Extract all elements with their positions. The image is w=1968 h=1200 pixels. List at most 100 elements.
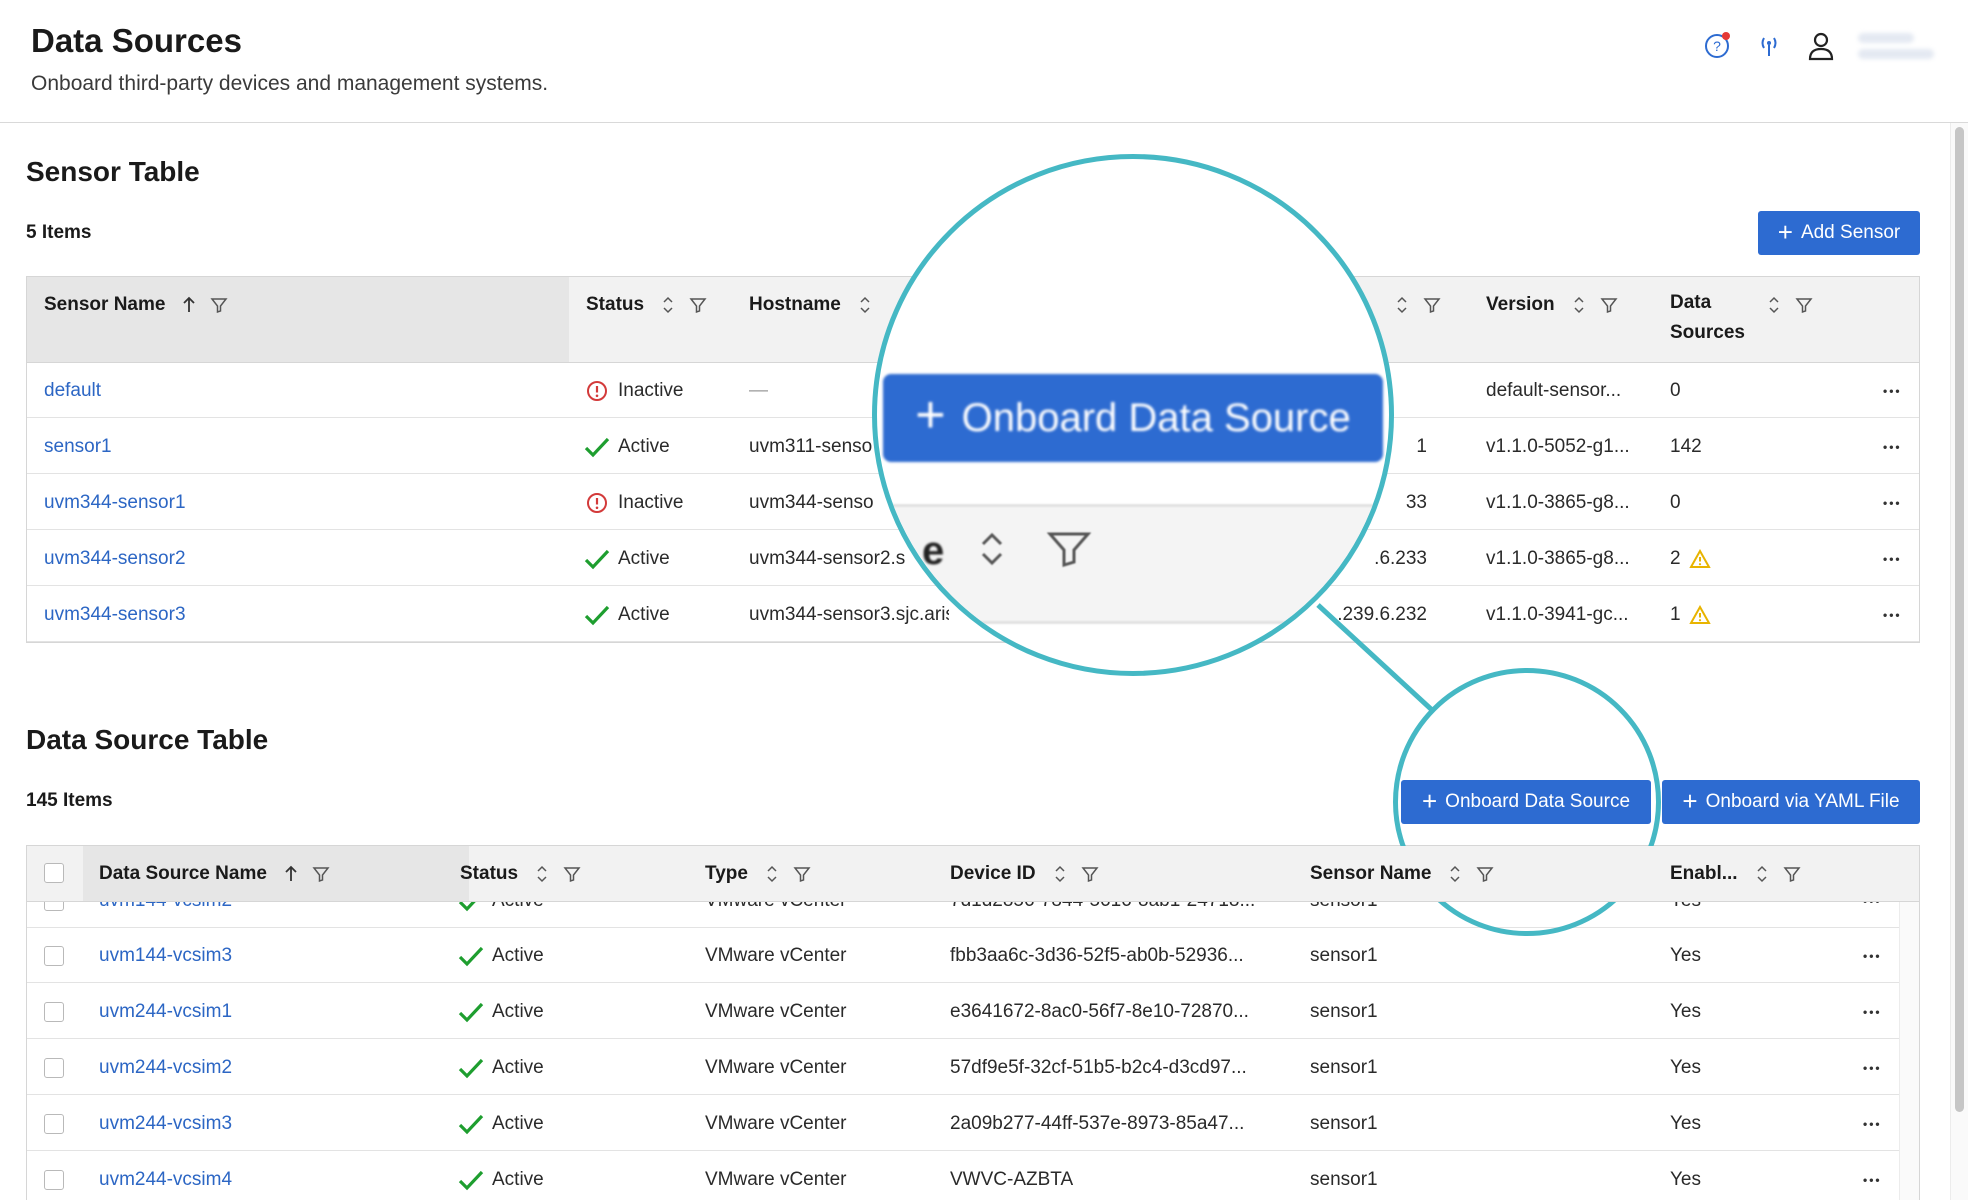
sort-icon[interactable] xyxy=(532,863,552,885)
table-row[interactable]: uvm144-vcsim3 Active VMware vCenter fbb3aa6… xyxy=(27,928,1901,983)
data-source-name-link[interactable]: uvm244-vcsim3 xyxy=(99,1096,232,1151)
row-checkbox[interactable] xyxy=(44,945,64,966)
page-scrollbar[interactable] xyxy=(1950,123,1968,1200)
data-source-name-link[interactable]: uvm244-vcsim2 xyxy=(99,1040,232,1095)
more-horizontal-icon[interactable]: ••• xyxy=(1883,608,1902,622)
more-horizontal-icon[interactable]: ••• xyxy=(1883,384,1902,398)
table-row[interactable]: uvm244-vcsim2 Active VMware vCenter 57df9e5… xyxy=(27,1040,1901,1095)
more-horizontal-icon[interactable]: ••• xyxy=(1883,552,1902,566)
data-source-name-link[interactable]: uvm244-vcsim1 xyxy=(99,984,232,1039)
table-row[interactable]: uvm244-vcsim3 Active VMware vCenter 2a09b27… xyxy=(27,1096,1901,1151)
user-name-blurred[interactable] xyxy=(1858,24,1938,68)
version-cell: v1.1.0-5052-g1... xyxy=(1486,419,1630,474)
sort-icon[interactable] xyxy=(762,863,782,885)
data-sources-cell-text: 142 xyxy=(1670,435,1702,457)
data-source-name-link[interactable]: uvm144-vcsim2 xyxy=(99,902,232,927)
sort-icon[interactable] xyxy=(1764,294,1784,316)
filter-icon[interactable] xyxy=(792,863,812,885)
table-row[interactable]: uvm144-vcsim2 Active VMware vCenter 7d1d285… xyxy=(27,902,1901,928)
enabled-cell-text: Yes xyxy=(1670,1112,1701,1134)
more-horizontal-icon[interactable]: ••• xyxy=(1863,1005,1882,1019)
data-source-name-link[interactable]: uvm144-vcsim3 xyxy=(99,928,232,983)
col-data-source-name[interactable]: Data Source Name xyxy=(83,846,469,901)
more-horizontal-icon[interactable]: ••• xyxy=(1883,496,1902,510)
sensor-name-link[interactable]: uvm344-sensor3 xyxy=(44,587,186,642)
add-sensor-button[interactable]: + Add Sensor xyxy=(1758,211,1920,255)
row-checkbox[interactable] xyxy=(44,1001,64,1022)
help-circle-icon[interactable]: ? xyxy=(1702,29,1732,63)
antenna-icon[interactable] xyxy=(1754,29,1784,63)
sort-icon[interactable] xyxy=(1445,863,1465,885)
sensor-name-cell: sensor1 xyxy=(1310,902,1378,927)
sort-icon[interactable] xyxy=(1050,863,1070,885)
more-horizontal-icon[interactable]: ••• xyxy=(1863,1173,1882,1187)
sensor-name-link[interactable]: default xyxy=(44,363,101,418)
sensor-table-title: Sensor Table xyxy=(26,156,200,187)
col-enabled[interactable]: Enabl... xyxy=(1670,846,1870,901)
data-sources-cell-text: 2 xyxy=(1670,547,1681,569)
col-sensor-name[interactable]: Sensor Name xyxy=(1310,846,1560,901)
table-row[interactable]: uvm244-vcsim4 Active VMware vCenter VWVC-AZ… xyxy=(27,1152,1901,1200)
col-ds-status[interactable]: Status xyxy=(460,846,660,901)
col-status[interactable]: Status xyxy=(586,277,746,362)
row-checkbox[interactable] xyxy=(44,902,64,911)
data-source-name-link[interactable]: uvm244-vcsim4 xyxy=(99,1152,232,1200)
more-horizontal-icon[interactable]: ••• xyxy=(1863,1061,1882,1075)
row-checkbox[interactable] xyxy=(44,1057,64,1078)
filter-icon[interactable] xyxy=(688,294,708,316)
filter-icon[interactable] xyxy=(1782,863,1802,885)
table-scrollbar[interactable] xyxy=(1899,902,1919,1200)
col-sensor-name[interactable]: Sensor Name xyxy=(27,277,569,362)
user-icon[interactable] xyxy=(1806,29,1836,63)
select-all-checkbox[interactable] xyxy=(44,863,64,883)
col-data-sources[interactable]: Data Sources xyxy=(1670,277,1870,362)
checkmark-icon xyxy=(584,546,610,572)
more-horizontal-icon[interactable]: ••• xyxy=(1883,440,1902,454)
more-horizontal-icon[interactable]: ••• xyxy=(1863,949,1882,963)
sensor-name-link[interactable]: sensor1 xyxy=(44,419,112,474)
col-type[interactable]: Type xyxy=(705,846,905,901)
data-sources-cell-text: 1 xyxy=(1670,603,1681,625)
datasource-table-count: 145 Items xyxy=(26,790,113,811)
col-ip-address[interactable] xyxy=(1392,277,1492,362)
device-id-cell: 57df9e5f-32cf-51b5-b2c4-d3cd97... xyxy=(950,1040,1247,1095)
sort-icon[interactable] xyxy=(1569,294,1589,316)
col-device-id[interactable]: Device ID xyxy=(950,846,1200,901)
filter-icon[interactable] xyxy=(1080,863,1100,885)
sort-ascending-icon[interactable] xyxy=(281,863,301,885)
filter-icon[interactable] xyxy=(311,863,331,885)
filter-icon[interactable] xyxy=(209,294,229,316)
sensor-name-link[interactable]: uvm344-sensor2 xyxy=(44,531,186,586)
filter-icon[interactable] xyxy=(562,863,582,885)
row-menu-cell: ••• xyxy=(1883,419,1902,474)
filter-icon[interactable] xyxy=(1475,863,1495,885)
sort-icon[interactable] xyxy=(1392,294,1412,316)
sort-icon xyxy=(977,529,1007,574)
more-horizontal-icon[interactable]: ••• xyxy=(1863,902,1882,908)
col-version[interactable]: Version xyxy=(1486,277,1666,362)
filter-icon[interactable] xyxy=(1794,294,1814,316)
table-row[interactable]: uvm244-vcsim1 Active VMware vCenter e364167… xyxy=(27,984,1901,1039)
version-cell: default-sensor... xyxy=(1486,363,1621,418)
device-id-cell: 7d1d2856-7844-5616-8ab1-24718... xyxy=(950,902,1255,927)
enabled-cell-text: Yes xyxy=(1670,944,1701,966)
sensor-name-link[interactable]: uvm344-sensor1 xyxy=(44,475,186,530)
status-text: Inactive xyxy=(618,491,684,513)
page-scrollbar-thumb[interactable] xyxy=(1955,127,1964,1112)
type-cell: VMware vCenter xyxy=(705,1040,847,1095)
filter-icon[interactable] xyxy=(1422,294,1442,316)
more-horizontal-icon[interactable]: ••• xyxy=(1863,1117,1882,1131)
row-checkbox[interactable] xyxy=(44,1169,64,1190)
onboard-yaml-button[interactable]: + Onboard via YAML File xyxy=(1662,780,1920,824)
row-checkbox[interactable] xyxy=(44,1113,64,1134)
row-checkbox-cell xyxy=(44,1040,64,1095)
sort-icon[interactable] xyxy=(658,294,678,316)
checkmark-icon xyxy=(458,999,484,1025)
status-cell: Active xyxy=(458,1152,544,1200)
sort-icon[interactable] xyxy=(1752,863,1772,885)
sort-ascending-icon[interactable] xyxy=(179,294,199,316)
sensor-name-cell-text: sensor1 xyxy=(1310,1000,1378,1022)
sort-icon[interactable] xyxy=(855,294,875,316)
filter-icon[interactable] xyxy=(1599,294,1619,316)
enabled-cell-text: Yes xyxy=(1670,902,1701,912)
